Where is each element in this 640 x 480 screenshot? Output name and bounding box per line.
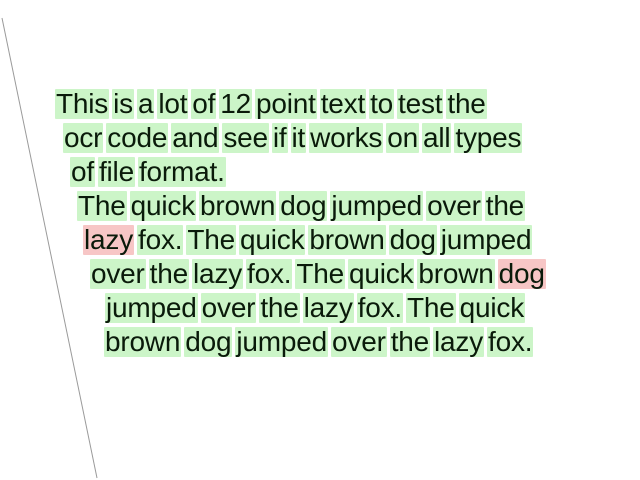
scanned-page: This is a lot of 12 point text to test the ocr code…	[0, 0, 640, 480]
word-box: the	[484, 190, 526, 221]
word-box: The	[77, 190, 127, 221]
word-box: dog	[279, 190, 328, 221]
word-box: ocr	[63, 122, 104, 153]
text-line: brown dog jumped over the lazy fox.	[104, 327, 536, 357]
text-line: The quick brown dog jumped over the	[77, 191, 528, 221]
word-box: the	[148, 258, 189, 289]
word-box: quick	[239, 224, 306, 255]
text-line: This is a lot of 12 point text to test the	[55, 89, 490, 119]
word-box: over	[90, 258, 146, 289]
word-box: quick	[129, 190, 197, 221]
word-box: The	[295, 258, 345, 289]
word-box: quick	[348, 258, 415, 289]
word-box: lazy	[192, 258, 243, 289]
text-line: over the lazy fox. The quick brown dog	[90, 259, 549, 289]
text-line: jumped over the lazy fox. The quick	[105, 293, 528, 323]
word-box: format.	[137, 156, 226, 187]
word-box: fox.	[356, 292, 403, 323]
word-box: works	[309, 122, 384, 153]
word-box: quick	[458, 292, 526, 323]
word-box: jumped	[439, 224, 533, 255]
word-box: dog	[184, 326, 233, 357]
word-box: on	[386, 122, 419, 153]
word-box: 12	[219, 88, 252, 119]
word-box: of	[70, 156, 95, 187]
word-box: The	[405, 292, 456, 323]
word-box: jumped	[105, 292, 198, 323]
word-box: over	[331, 326, 387, 357]
word-box: brown	[308, 224, 386, 255]
word-box: and	[171, 122, 220, 153]
word-box: is	[112, 88, 134, 119]
word-box: it	[290, 122, 307, 153]
word-box: fox.	[246, 258, 293, 289]
word-box: dog	[497, 258, 546, 289]
ocr-text-block: This is a lot of 12 point text to test the ocr code…	[0, 0, 640, 480]
word-box: fox.	[137, 224, 184, 255]
word-box: brown	[417, 258, 495, 289]
word-box: code	[106, 122, 169, 153]
text-line: of file format.	[70, 157, 229, 187]
word-box: lot	[157, 88, 189, 119]
word-box: the	[259, 292, 300, 323]
word-box: test	[397, 88, 444, 119]
word-box: if	[271, 122, 288, 153]
word-box: point	[255, 88, 317, 119]
word-box: of	[191, 88, 217, 119]
word-box: jumped	[235, 326, 329, 357]
text-line: lazy fox. The quick brown dog jumped	[83, 225, 535, 255]
word-box: the	[389, 326, 431, 357]
word-box: lazy	[433, 326, 485, 357]
word-box: The	[186, 224, 236, 255]
word-box: brown	[104, 326, 182, 357]
word-box: lazy	[302, 292, 354, 323]
word-box: jumped	[330, 190, 424, 221]
word-box: dog	[388, 224, 437, 255]
word-box: over	[426, 190, 482, 221]
word-box: fox.	[487, 326, 534, 357]
word-box: file	[97, 156, 135, 187]
word-box: see	[222, 122, 269, 153]
word-box: over	[200, 292, 257, 323]
text-line: ocr code and see if it works on all types	[63, 123, 525, 153]
word-box: all	[421, 122, 452, 153]
word-box: lazy	[83, 224, 134, 255]
word-box: brown	[199, 190, 277, 221]
word-box: the	[446, 88, 487, 119]
word-box: a	[136, 88, 155, 119]
word-box: types	[454, 122, 523, 153]
word-box: This	[55, 88, 110, 119]
word-box: to	[369, 88, 395, 119]
word-box: text	[319, 88, 367, 119]
